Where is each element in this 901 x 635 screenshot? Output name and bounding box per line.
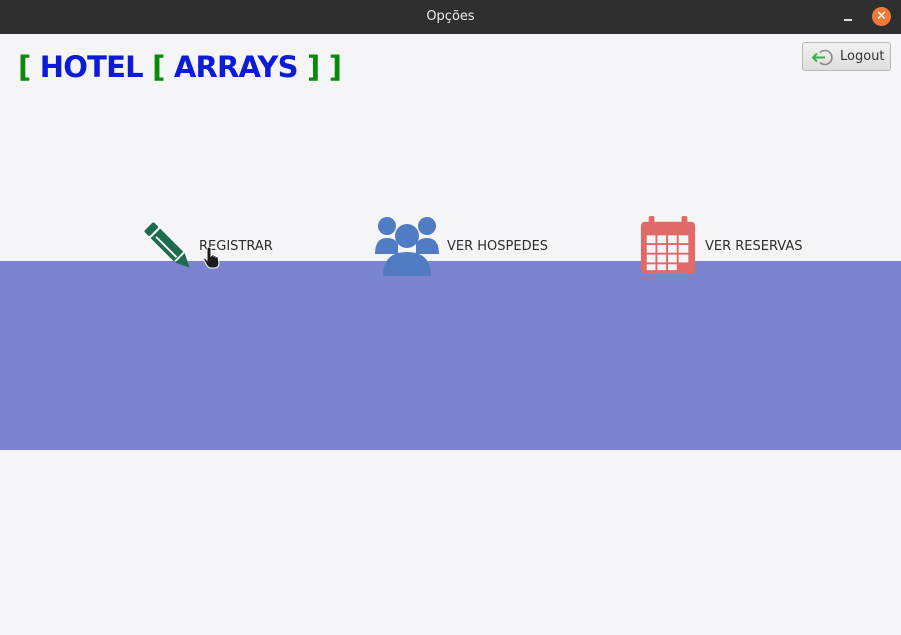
minimize-button[interactable] [843,9,855,25]
logout-label: Logout [840,49,885,64]
option-label: VER RESERVAS [705,239,803,254]
logo-word-arrays: ARRAYS [173,50,299,84]
logout-icon [811,49,833,66]
logout-button[interactable]: Logout [802,42,891,71]
option-ver-reservas[interactable]: VER RESERVAS [640,214,810,278]
close-button[interactable]: ✕ [872,7,891,26]
window-titlebar: Opções ✕ [0,0,901,34]
logo-bracket: [ [152,50,165,84]
logo-word-hotel: HOTEL [39,50,144,84]
users-icon [375,217,439,276]
options-band [0,261,901,450]
window-title: Opções [426,9,475,24]
hand-cursor-icon [203,247,220,269]
calendar-icon [640,216,696,274]
app-logo: [ HOTEL [ ARRAYS ] ] [18,50,342,90]
logo-bracket: ] ] [306,50,342,84]
pencil-icon [144,222,190,268]
option-label: VER HOSPEDES [447,239,549,254]
option-ver-hospedes[interactable]: VER HOSPEDES [374,214,554,278]
logo-bracket: [ [18,50,31,84]
